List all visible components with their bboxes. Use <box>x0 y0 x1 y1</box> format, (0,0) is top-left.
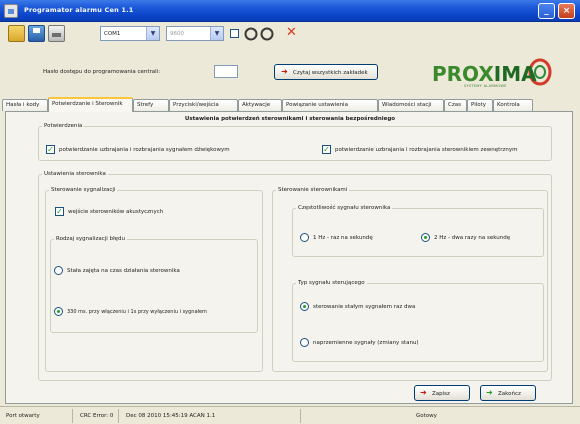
group-legend: Częstotliwość sygnału sterownika <box>298 205 391 211</box>
group-legend: Sterowanie sygnalizacji <box>51 187 116 193</box>
freq-label-1: 1 Hz - raz na sekundę <box>313 235 373 241</box>
status-divider <box>118 409 119 423</box>
confirm-external-checkbox[interactable]: ✓ <box>322 145 331 154</box>
tab-activations[interactable]: Aktywacje <box>238 99 282 111</box>
logo-suffix: IMA <box>493 62 537 86</box>
status-bar: Port otwarty CRC Error: 0 Dec 08 2010 15… <box>0 406 580 424</box>
printer-icon[interactable] <box>48 25 65 42</box>
confirm-type-label-2: 330 ms. przy włączeniu i 1s przy wyłącze… <box>67 309 207 315</box>
chevron-down-icon[interactable]: ▼ <box>210 27 223 40</box>
tab-control[interactable]: Kontrola <box>493 99 533 111</box>
status-divider <box>300 409 301 423</box>
baud-value: 9600 <box>170 31 184 37</box>
confirm-type-radio-2[interactable] <box>54 307 63 316</box>
confirm-type-radio-1[interactable] <box>54 266 63 275</box>
tab-strip: Hasła i kody Potwierdzanie i Sterownik S… <box>0 97 580 112</box>
title-bar[interactable]: Programator alarmu Cen 1.1 _ × <box>0 0 580 22</box>
confirm-sound-checkbox[interactable]: ✓ <box>46 145 55 154</box>
signal-type-radio-2[interactable] <box>300 338 309 347</box>
confirmations-group: Potwierdzenia <box>38 123 552 161</box>
status-crc: CRC Error: 0 <box>80 413 114 419</box>
open-folder-icon[interactable] <box>8 25 25 42</box>
read-all-button[interactable]: ➜ Czytaj wszystkich zakładek <box>274 64 378 80</box>
group-legend: Sterowanie sterownikami <box>278 187 348 193</box>
freq-radio-2[interactable] <box>421 233 430 242</box>
tab-linked-settings[interactable]: Powiązanie ustawienia <box>282 99 378 111</box>
write-label: Zapisz <box>432 391 450 397</box>
group-legend: Typ sygnału sterującego <box>298 280 365 286</box>
status-divider <box>72 409 73 423</box>
tab-time[interactable]: Czas <box>444 99 467 111</box>
tab-remotes[interactable]: Piloty <box>467 99 493 111</box>
toolbar-checkbox[interactable] <box>230 29 239 38</box>
arrow-right-icon: ➜ <box>486 388 493 397</box>
tab-passwords[interactable]: Hasła i kody <box>2 99 48 111</box>
signal-type-label-1: sterowanie stałym sygnałem raz dwa <box>313 304 416 310</box>
save-disk-icon[interactable] <box>28 25 45 42</box>
frequency-group: Częstotliwość sygnału sterownika <box>292 205 544 257</box>
logo-subtitle: SYSTEMY ALARMOWE <box>464 84 507 88</box>
signal-enable-checkbox[interactable]: ✓ <box>55 207 64 216</box>
close-button[interactable]: × <box>558 3 575 19</box>
read-all-label: Czytaj wszystkich zakładek <box>293 70 368 76</box>
connect-icon[interactable] <box>243 27 275 41</box>
confirm-external-label: potwierdzanie uzbrajania i rozbrajania s… <box>335 147 518 153</box>
tab-confirmations[interactable]: Potwierdzanie i Sterownik <box>48 97 133 112</box>
status-datetime: Dec 08 2010 15:45:19 ACAN 1.1 <box>126 413 216 419</box>
group-legend: Rodzaj sygnalizacji błędu <box>56 236 125 242</box>
port-select[interactable]: COM1 ▼ <box>100 26 160 41</box>
toolbar: COM1 ▼ 9600 ▼ ✕ <box>0 22 580 46</box>
status-port: Port otwarty <box>6 413 40 419</box>
group-legend: Potwierdzenia <box>44 123 83 129</box>
write-button[interactable]: ➜ Zapisz <box>414 385 470 401</box>
port-value: COM1 <box>104 31 121 37</box>
signal-enable-label: wejście sterowników akustycznych <box>68 209 164 215</box>
arrow-right-icon: ➜ <box>281 67 288 76</box>
password-input[interactable] <box>214 65 238 78</box>
window-title: Programator alarmu Cen 1.1 <box>24 6 134 14</box>
minimize-button[interactable]: _ <box>538 3 555 19</box>
tab-buttons-inputs[interactable]: Przyciski/wejścia <box>169 99 238 111</box>
tab-zones[interactable]: Strefy <box>133 99 169 111</box>
signal-type-radio-1[interactable] <box>300 302 309 311</box>
logo-text: PROXIMA <box>432 62 537 86</box>
panel-title: Ustawienia potwierdzeń sterownikami i st… <box>184 116 396 122</box>
exit-button[interactable]: ➜ Zakończ <box>480 385 536 401</box>
logo-prefix: PROX <box>432 62 494 86</box>
app-icon <box>4 4 18 18</box>
freq-label-2: 2 Hz - dwa razy na sekundę <box>434 235 511 241</box>
confirm-type-label-1: Stała zajęta na czas działania sterownik… <box>67 268 180 274</box>
tab-station-messages[interactable]: Wiadomości stacji <box>378 99 444 111</box>
signal-type-label-2: naprzemienne sygnały (zmiany stanu) <box>313 340 419 346</box>
confirm-sound-label: potwierdzanie uzbrajania i rozbrajania s… <box>59 147 230 153</box>
freq-radio-1[interactable] <box>300 233 309 242</box>
exit-label: Zakończ <box>498 391 521 397</box>
signal-type-group: Typ sygnału sterującego <box>292 280 544 362</box>
disconnect-icon[interactable]: ✕ <box>284 26 299 41</box>
group-legend: Ustawienia sterownika <box>44 171 106 177</box>
baud-select[interactable]: 9600 ▼ <box>166 26 224 41</box>
arrow-right-icon: ➜ <box>420 388 427 397</box>
confirm-type-group: Rodzaj sygnalizacji błędu <box>50 236 258 333</box>
password-label: Hasło dostępu do programowania centrali: <box>43 69 161 75</box>
chevron-down-icon[interactable]: ▼ <box>146 27 159 40</box>
status-text: Gotowy <box>416 413 437 419</box>
